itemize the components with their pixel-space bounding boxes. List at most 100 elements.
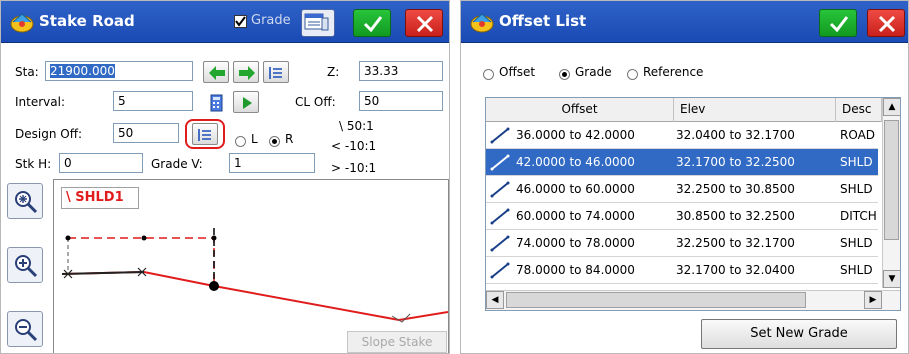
grade-segment-icon: [490, 262, 510, 279]
radio-right[interactable]: [269, 136, 280, 147]
cl-off-input[interactable]: 50: [359, 91, 443, 111]
scroll-left-button[interactable]: ◀: [486, 291, 504, 309]
design-off-label: Design Off:: [15, 127, 83, 141]
cell-elev: 32.2500 to 30.8500: [676, 182, 795, 196]
vertical-scrollbar[interactable]: ▲ ▼: [882, 98, 900, 288]
cell-offset: 46.0000 to 60.0000: [516, 182, 635, 196]
cell-elev: 32.1700 to 32.0400: [676, 263, 795, 277]
checkmark-icon: [829, 16, 849, 33]
mode-radio-offset[interactable]: [483, 69, 494, 80]
radio-left[interactable]: [235, 136, 246, 147]
arrow-right-icon: [239, 66, 255, 80]
close-button[interactable]: [405, 9, 443, 37]
play-button[interactable]: [233, 91, 259, 113]
table-row[interactable]: 78.0000 to 84.0000 32.1700 to 32.0400 SH…: [486, 257, 878, 284]
stk-h-label: Stk H:: [15, 157, 52, 171]
cell-desc: SHLD: [840, 155, 873, 169]
cell-offset: 78.0000 to 84.0000: [516, 263, 635, 277]
ok-button[interactable]: [819, 9, 857, 37]
offset-table[interactable]: Offset Elev Desc 36.0000 to 42.0000 32.0…: [485, 97, 901, 311]
list-window-icon: [304, 13, 329, 31]
slope-ratio-1: \ 50:1: [339, 119, 374, 133]
ok-button[interactable]: [353, 9, 391, 37]
grade-segment-icon: [490, 235, 510, 252]
table-row[interactable]: 60.0000 to 74.0000 30.8500 to 32.2500 DI…: [486, 203, 878, 230]
zoom-in-icon: [15, 255, 38, 278]
radio-right-label: R: [285, 132, 294, 146]
grade-checkbox-label: Grade: [251, 13, 291, 28]
checkmark-icon: [363, 16, 383, 33]
table-row[interactable]: 36.0000 to 42.0000 32.0400 to 32.1700 RO…: [486, 122, 878, 149]
sta-input[interactable]: 21900.000: [45, 61, 193, 81]
grade-segment-icon: [490, 154, 510, 171]
cell-elev: 30.8500 to 32.2500: [676, 209, 795, 223]
mode-label-offset: Offset: [499, 65, 536, 79]
interval-label: Interval:: [15, 95, 65, 109]
slope-ratio-2: < -10:1: [331, 139, 377, 153]
window-title: Offset List: [499, 12, 587, 30]
design-off-input[interactable]: 50: [113, 123, 179, 143]
cell-elev: 32.1700 to 32.2500: [676, 155, 795, 169]
checkmark-icon: [235, 16, 246, 27]
ground-profile-line: [61, 267, 449, 323]
grade-v-label: Grade V:: [151, 157, 203, 171]
z-label: Z:: [327, 65, 340, 79]
scroll-right-button[interactable]: ▶: [864, 291, 882, 309]
close-icon: [878, 15, 896, 33]
vertical-scroll-thumb[interactable]: [884, 120, 899, 240]
title-bar: Offset List: [461, 1, 908, 43]
mode-radio-grade[interactable]: [559, 69, 570, 80]
cell-offset: 36.0000 to 42.0000: [516, 128, 635, 142]
zoom-out-icon: [15, 319, 38, 342]
station-prev-button[interactable]: [203, 61, 229, 83]
table-row[interactable]: 74.0000 to 78.0000 32.2500 to 32.1700 SH…: [486, 230, 878, 257]
table-row[interactable]: 46.0000 to 60.0000 32.2500 to 30.8500 SH…: [486, 176, 878, 203]
sta-label: Sta:: [15, 65, 39, 79]
close-button[interactable]: [867, 9, 905, 37]
cl-off-label: CL Off:: [295, 95, 336, 109]
interval-input[interactable]: 5: [113, 91, 193, 111]
cell-desc: ROAD: [840, 128, 876, 142]
cell-elev: 32.2500 to 32.1700: [676, 236, 795, 250]
stk-h-input[interactable]: 0: [59, 153, 143, 173]
grade-segment-icon: [490, 127, 510, 144]
scroll-up-button[interactable]: ▲: [883, 98, 900, 116]
mode-radio-reference[interactable]: [627, 69, 638, 80]
calculator-button[interactable]: [203, 91, 229, 113]
zoom-extents-button[interactable]: [7, 183, 43, 219]
cell-desc: DITCH: [840, 209, 877, 223]
table-row-selected[interactable]: 42.0000 to 46.0000 32.1700 to 32.2500 SH…: [486, 149, 878, 176]
cell-offset: 60.0000 to 74.0000: [516, 209, 635, 223]
column-header-elev[interactable]: Elev: [674, 98, 836, 122]
arrow-left-icon: [209, 66, 225, 80]
stake-road-window: Stake Road Grade Sta: 21900.000 Z: 33.33…: [0, 0, 450, 354]
station-list-button[interactable]: [263, 61, 289, 83]
scroll-down-button[interactable]: ▼: [883, 270, 900, 288]
grade-segment-icon: [490, 208, 510, 225]
set-new-grade-button[interactable]: Set New Grade: [701, 319, 897, 349]
grade-v-input[interactable]: 1: [229, 153, 315, 173]
cell-desc: SHLD: [840, 236, 873, 250]
cell-offset: 74.0000 to 78.0000: [516, 236, 635, 250]
highlight-ring: [185, 119, 225, 149]
horizontal-scrollbar[interactable]: ◀ ▶: [486, 290, 900, 310]
column-header-desc[interactable]: Desc: [836, 98, 882, 122]
cell-desc: SHLD: [840, 182, 873, 196]
calculator-icon: [210, 94, 223, 112]
title-bar: Stake Road Grade: [1, 1, 449, 43]
z-input[interactable]: 33.33: [359, 61, 443, 81]
offset-list-button[interactable]: [301, 9, 335, 37]
cell-desc: SHLD: [840, 263, 873, 277]
zoom-in-button[interactable]: [7, 247, 43, 283]
grade-segment-icon: [490, 181, 510, 198]
grade-checkbox[interactable]: [234, 15, 247, 28]
horizontal-scroll-thumb[interactable]: [506, 292, 806, 308]
offset-list-window: Offset List Offset Grade Reference Offse…: [460, 0, 909, 354]
slope-ratio-3: > -10:1: [331, 161, 377, 175]
column-header-offset[interactable]: Offset: [486, 98, 674, 122]
cell-elev: 32.0400 to 32.1700: [676, 128, 795, 142]
station-next-button[interactable]: [233, 61, 259, 83]
section-label: \ SHLD1: [61, 187, 139, 209]
slope-stake-button[interactable]: Slope Stake: [347, 331, 447, 353]
zoom-out-button[interactable]: [7, 311, 43, 347]
